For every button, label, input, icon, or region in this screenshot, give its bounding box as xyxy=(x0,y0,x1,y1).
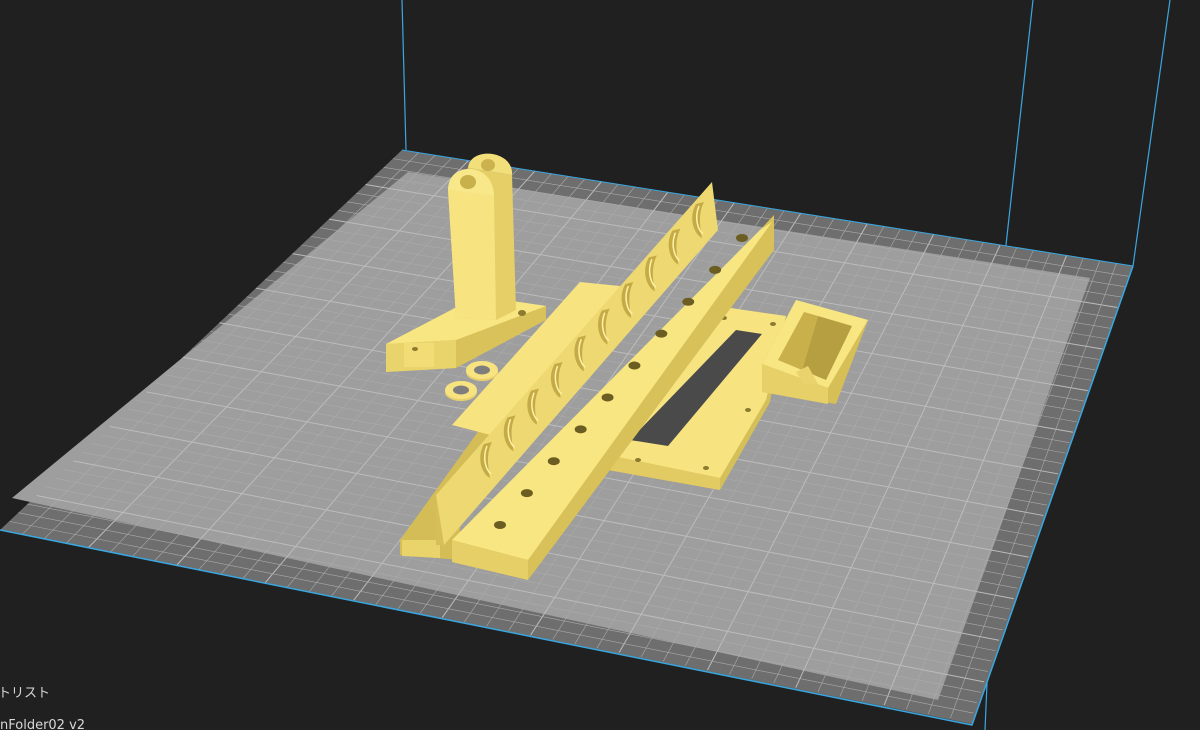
build-scene[interactable] xyxy=(0,0,1200,730)
rail-hole xyxy=(520,489,533,498)
build-volume-edge-front-right xyxy=(1132,0,1171,267)
rail-hole xyxy=(574,425,587,434)
rail-hole xyxy=(655,329,668,338)
washer-1-model[interactable] xyxy=(466,361,498,381)
rail-hole xyxy=(709,265,722,274)
rail-hole xyxy=(601,393,614,402)
rail-hole xyxy=(547,457,560,466)
rail-hole xyxy=(494,521,506,529)
rail-hole xyxy=(736,234,748,242)
rail-hole xyxy=(628,361,641,370)
object-list-label[interactable]: トリスト xyxy=(0,682,50,701)
build-volume-edge-back-left xyxy=(401,0,407,151)
3d-viewport[interactable]: トリスト enFolder02 v2 xyxy=(0,0,1200,730)
rail-hole xyxy=(682,297,695,306)
build-volume-edge-back-right xyxy=(1005,0,1034,246)
washer-2-model[interactable] xyxy=(445,381,477,401)
object-name[interactable]: enFolder02 v2 xyxy=(0,718,85,730)
